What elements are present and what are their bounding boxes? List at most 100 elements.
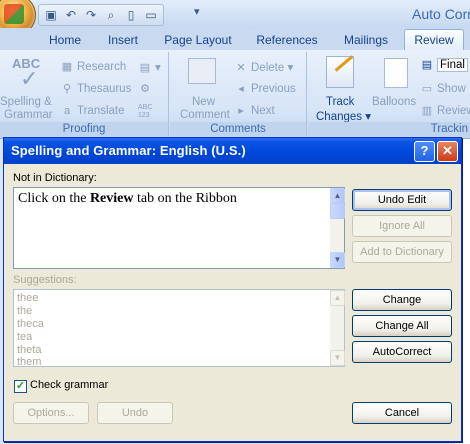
delete-label: Delete: [251, 62, 285, 74]
undo-button[interactable]: Undo: [97, 402, 173, 424]
flagged-word: Review: [89, 191, 134, 206]
tab-page-layout[interactable]: Page Layout: [160, 31, 236, 49]
track-changes-button[interactable]: Track Changes ▾: [312, 54, 371, 123]
undo-icon[interactable]: ↶: [62, 7, 80, 23]
list-item[interactable]: the: [17, 305, 32, 317]
comments-group-label: Comments: [170, 122, 306, 136]
list-item[interactable]: thee: [17, 292, 38, 304]
help-button[interactable]: ?: [414, 141, 435, 162]
previous-comment-icon: ◂: [238, 83, 244, 95]
tab-mailings[interactable]: Mailings: [338, 31, 394, 49]
suggestions-label: Suggestions:: [13, 274, 77, 286]
tab-insert[interactable]: Insert: [100, 31, 146, 49]
translation-tooltip-icon: ⚙: [140, 83, 150, 95]
track-changes-icon: [326, 55, 354, 88]
redo-icon[interactable]: ↷: [82, 7, 100, 23]
spelling-grammar-dialog: Spelling and Grammar: English (U.S.) ? ✕…: [3, 137, 462, 442]
track-changes-label-2: Changes ▾: [316, 111, 372, 123]
spelling-grammar-button[interactable]: ABC ✓ Spelling & Grammar: [0, 54, 53, 121]
suggestions-scrollbar[interactable]: ▲ ▼: [330, 290, 345, 366]
thesaurus-button[interactable]: ⚲ Thesaurus: [60, 82, 131, 96]
autocorrect-button[interactable]: AutoCorrect: [352, 341, 452, 363]
change-all-button[interactable]: Change All: [352, 315, 452, 337]
thesaurus-label: Thesaurus: [77, 83, 132, 96]
show-markup-icon: ▭: [421, 83, 433, 95]
save-icon[interactable]: ▣: [42, 7, 60, 23]
tab-references[interactable]: References: [252, 31, 322, 49]
reviewing-pane-button[interactable]: ▥ Review: [420, 104, 470, 118]
translate-icon: a: [63, 105, 71, 117]
reviewing-pane-icon: ▥: [421, 105, 433, 117]
translate-button[interactable]: a Translate: [60, 104, 125, 118]
list-item[interactable]: tea: [17, 331, 32, 343]
spelling-label: Spelling &: [0, 96, 52, 108]
add-to-dictionary-button[interactable]: Add to Dictionary: [352, 241, 452, 263]
proofing-group: ABC ✓ Spelling & Grammar ▦ Research ⚲ Thes…: [0, 52, 169, 136]
translate-label: Translate: [77, 105, 125, 118]
set-language-icon: ▤: [139, 61, 151, 74]
show-markup-button[interactable]: ▭ Show: [420, 82, 466, 96]
qat-customize-dropdown[interactable]: ▾: [194, 5, 200, 18]
translation-tooltip-button[interactable]: ⚙: [138, 82, 155, 96]
scroll-up-arrow-icon[interactable]: ▲: [330, 188, 345, 204]
list-item[interactable]: theta: [17, 344, 41, 356]
set-language-button[interactable]: ▤ ▾: [138, 60, 161, 75]
window-titlebar: ▣ ↶ ↷ ⌕ ▯ ▭ ▾ Auto Corr: [0, 0, 470, 36]
previous-label: Previous: [251, 83, 296, 96]
list-item[interactable]: theca: [17, 318, 44, 330]
balloons-button[interactable]: Balloons: [372, 54, 422, 118]
dialog-titlebar[interactable]: Spelling and Grammar: English (U.S.) ? ✕: [4, 138, 461, 164]
delete-comment-button[interactable]: ✕ Delete ▾: [234, 60, 293, 75]
textbox-scrollbar[interactable]: ▲ ▼: [330, 188, 345, 268]
thesaurus-icon: ⚲: [62, 83, 72, 95]
tracking-group-label: Trackin: [308, 122, 470, 136]
sentence-text: Click on the Review tab on the Ribbon: [18, 191, 237, 207]
tab-review[interactable]: Review: [404, 29, 464, 51]
list-item[interactable]: them: [17, 356, 41, 368]
quick-access-toolbar: ▣ ↶ ↷ ⌕ ▯ ▭: [38, 4, 164, 26]
check-grammar-label: Check grammar: [30, 379, 109, 391]
display-for-review-value: Final: [437, 58, 468, 73]
open-icon[interactable]: ▭: [142, 7, 160, 23]
check-grammar-checkbox[interactable]: ✓: [14, 380, 27, 393]
change-button[interactable]: Change: [352, 289, 452, 311]
display-for-review-icon: ▤: [421, 59, 433, 71]
balloons-label: Balloons: [372, 96, 417, 108]
new-icon[interactable]: ▯: [122, 7, 140, 23]
word-count-button[interactable]: ABC 123: [138, 104, 152, 120]
options-button[interactable]: Options...: [13, 402, 89, 424]
not-in-dictionary-textbox[interactable]: Click on the Review tab on the Ribbon ▲ …: [13, 187, 345, 269]
scroll-thumb[interactable]: [330, 203, 345, 219]
delete-comment-icon: ✕: [236, 61, 246, 74]
scroll-down-arrow-icon[interactable]: ▼: [330, 350, 345, 366]
comments-group: New Comment ✕ Delete ▾ ◂ Previous ▸ Next Co…: [170, 52, 307, 136]
close-button[interactable]: ✕: [437, 141, 458, 162]
new-comment-label: New: [192, 96, 216, 108]
ignore-all-button[interactable]: Ignore All: [352, 215, 452, 237]
balloons-icon: [384, 58, 408, 88]
research-button[interactable]: ▦ Research: [60, 60, 126, 74]
new-comment-icon: [188, 58, 216, 84]
scroll-up-arrow-icon[interactable]: ▲: [330, 290, 345, 306]
next-label: Next: [251, 105, 275, 118]
new-comment-button[interactable]: New Comment: [174, 54, 230, 121]
dialog-title: Spelling and Grammar: English (U.S.): [11, 143, 246, 158]
scroll-down-arrow-icon[interactable]: ▼: [330, 252, 345, 268]
next-comment-button[interactable]: ▸ Next: [234, 104, 275, 118]
grammar-label: Grammar: [4, 109, 53, 121]
research-icon: ▦: [61, 61, 73, 73]
ribbon: ABC ✓ Spelling & Grammar ▦ Research ⚲ Thes…: [0, 50, 470, 139]
print-preview-icon[interactable]: ⌕: [102, 7, 120, 23]
next-comment-icon: ▸: [238, 105, 244, 117]
cancel-button[interactable]: Cancel: [352, 402, 452, 424]
suggestions-list[interactable]: thee the theca tea theta them ▲ ▼: [13, 289, 345, 368]
display-for-review-dropdown[interactable]: ▤ Final: [420, 58, 468, 73]
checkmark-icon: ✓: [20, 66, 39, 91]
office-logo-icon: [4, 4, 24, 24]
show-markup-label: Show: [437, 83, 466, 96]
previous-comment-button[interactable]: ◂ Previous: [234, 82, 296, 96]
undo-edit-button[interactable]: Undo Edit: [352, 189, 452, 211]
window-title: Auto Corr: [412, 6, 470, 22]
tab-home[interactable]: Home: [42, 31, 88, 49]
not-in-dictionary-label: Not in Dictionary:: [13, 172, 97, 184]
